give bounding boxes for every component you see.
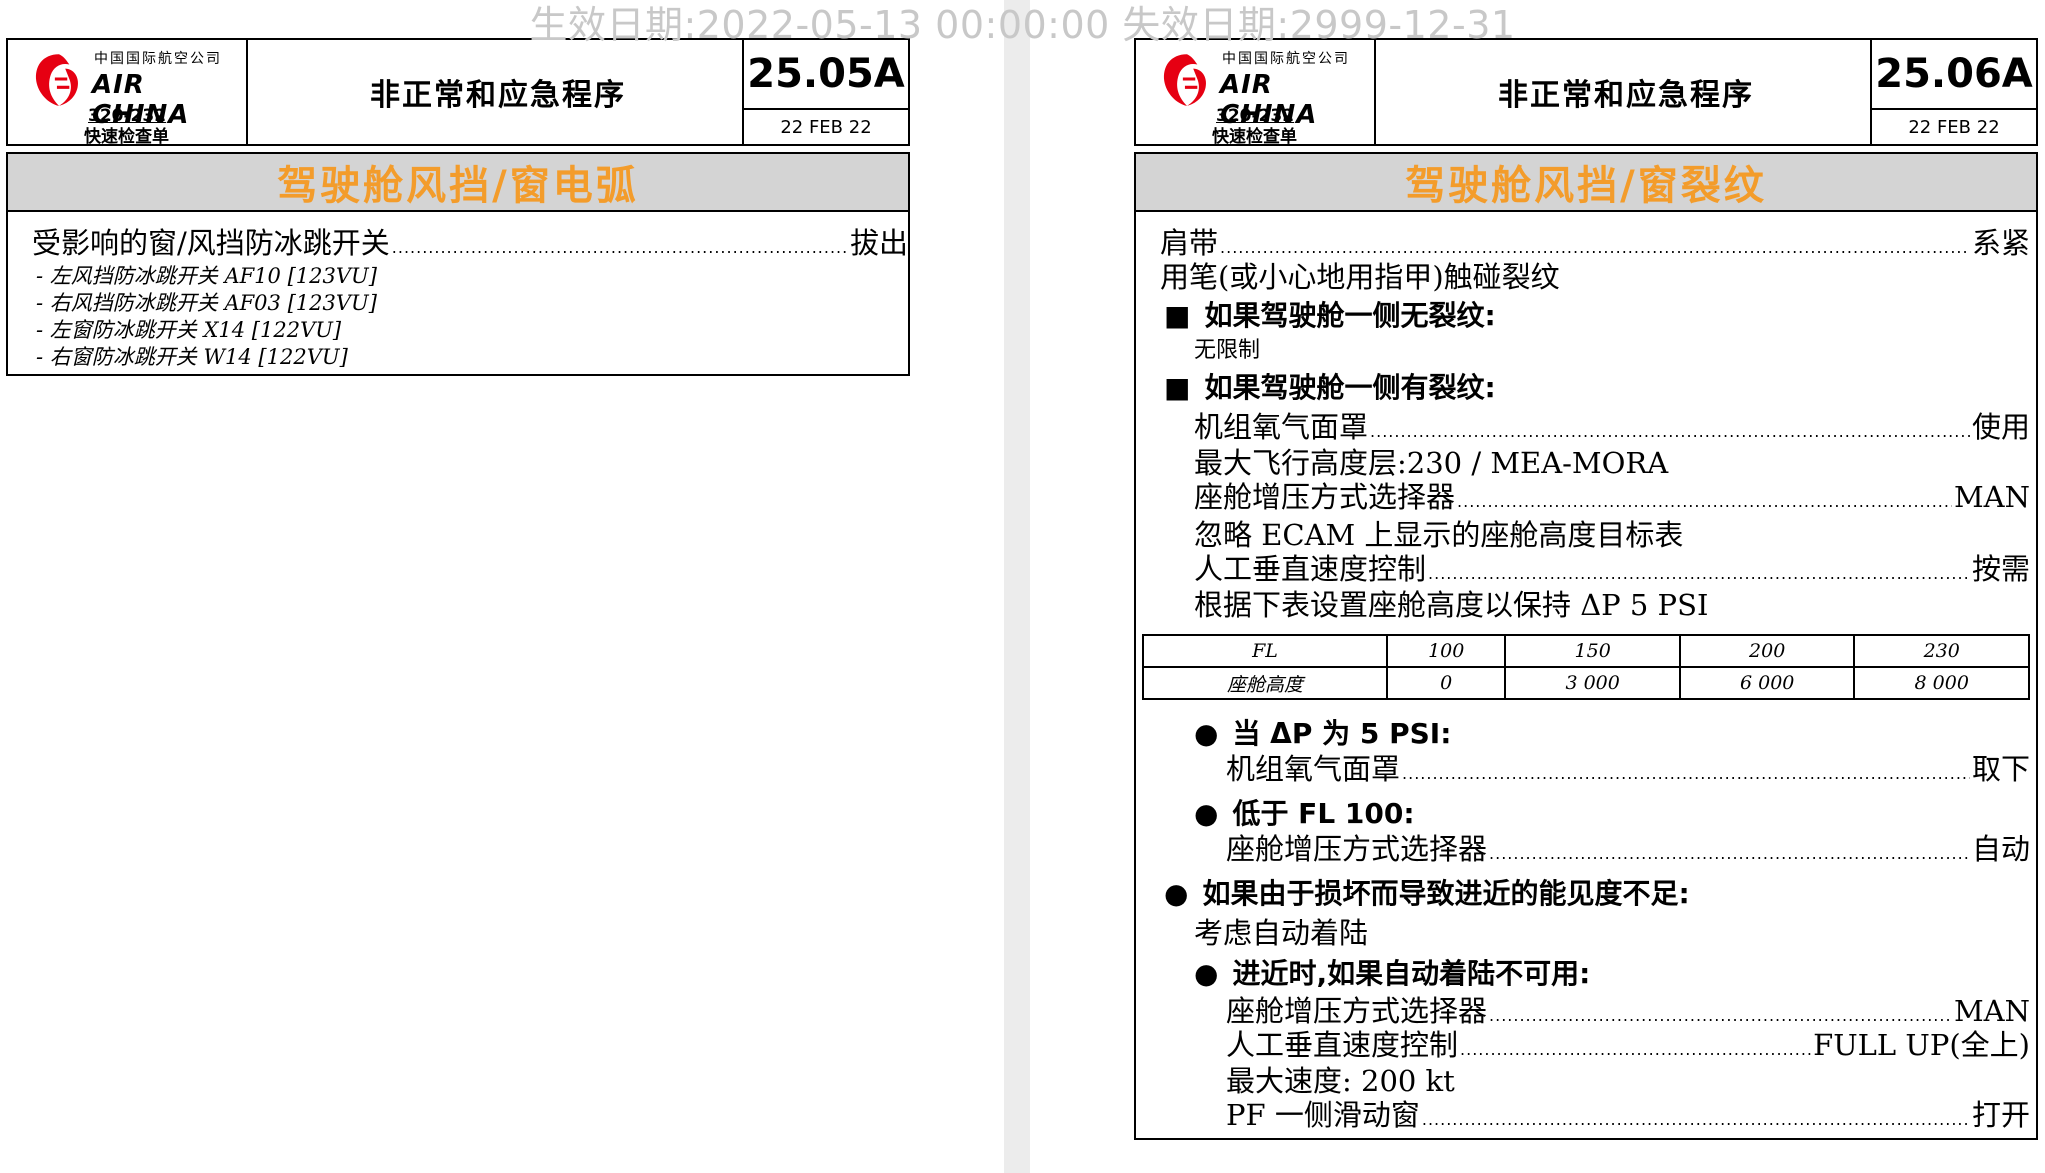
condition-body: 无限制 xyxy=(1194,338,1261,363)
step-action: 打开 xyxy=(1971,1098,2030,1132)
dot-leader xyxy=(1460,1040,1811,1059)
page-header: 中国国际航空公司 AIR CHINA 320-232 快速检查单 非正常和应急程… xyxy=(6,38,910,147)
header-title: 非正常和应急程序 xyxy=(370,78,626,113)
dot-leader xyxy=(1428,564,1970,583)
procedure-code-cell: 25.05A 22 FEB 22 xyxy=(742,40,908,144)
validity-watermark: 生效日期:2022-05-13 00:00:00 失效日期:2999-12-31 xyxy=(529,3,1516,47)
dot-leader xyxy=(1457,492,1952,511)
condition-heading: ■ 如果驾驶舱一侧有裂纹: xyxy=(1164,366,1496,406)
page-25-06a: 中国国际航空公司 AIR CHINA 320-232 快速检查单 非正常和应急程… xyxy=(1128,0,2045,1173)
round-bullet-icon: ● xyxy=(1194,957,1219,990)
condition-text: 如果驾驶舱一侧无裂纹: xyxy=(1204,299,1496,332)
page-gutter xyxy=(1004,0,1030,1173)
step-action: 使用 xyxy=(1971,410,2030,444)
dot-leader xyxy=(1422,1110,1970,1129)
dot-leader xyxy=(1402,764,1970,783)
table-cell: 座舱高度 xyxy=(1142,666,1388,700)
round-bullet-icon: ● xyxy=(1194,797,1219,830)
dot-leader xyxy=(1370,422,1970,441)
table-cell: 3 000 xyxy=(1504,666,1681,700)
table-cell: 150 xyxy=(1504,634,1681,668)
table-cell: 6 000 xyxy=(1678,666,1856,700)
table-cell: 8 000 xyxy=(1853,666,2030,700)
condition-heading: ● 如果由于损坏而导致进近的能见度不足: xyxy=(1164,872,1690,912)
table-cell: 230 xyxy=(1853,634,2030,668)
table-cell: 100 xyxy=(1385,634,1507,668)
breaker-item: - 右窗防冰跳开关 W14 [122VU] xyxy=(36,345,348,369)
condition-text: 如果由于损坏而导致进近的能见度不足: xyxy=(1202,877,1690,910)
header-title: 非正常和应急程序 xyxy=(1498,78,1754,113)
step-action: MAN xyxy=(1953,480,2030,514)
step-text: 考虑自动着陆 xyxy=(1194,916,1369,950)
checklist-step: PF 一侧滑动窗 打开 xyxy=(1226,1092,2030,1134)
checklist-step: 机组氧气面罩 取下 xyxy=(1226,746,2030,788)
procedure-code: 25.05A xyxy=(744,40,908,110)
step-label: PF 一侧滑动窗 xyxy=(1226,1098,1420,1132)
checklist-label: 快速检查单 xyxy=(1212,127,1297,147)
checklist-step: 座舱增压方式选择器 MAN xyxy=(1194,474,2030,516)
round-bullet-icon: ● xyxy=(1164,877,1189,910)
step-label: 座舱增压方式选择器 xyxy=(1194,480,1456,514)
condition-text: 进近时,如果自动着陆不可用: xyxy=(1232,957,1591,990)
phoenix-logo-icon xyxy=(35,54,79,106)
step-text: 根据下表设置座舱高度以保持 ΔP 5 PSI xyxy=(1194,588,1709,622)
revision-date: 22 FEB 22 xyxy=(1908,116,2000,138)
table-row: 座舱高度 0 3 000 6 000 8 000 xyxy=(1142,666,2030,700)
step-action: FULL UP(全上) xyxy=(1813,1028,2030,1062)
table-cell: FL xyxy=(1142,634,1388,668)
procedure-box: 驾驶舱风挡/窗电弧 受影响的窗/风挡防冰跳开关 拔出 - 左风挡防冰跳开关 AF… xyxy=(6,152,910,376)
step-action: 系紧 xyxy=(1971,226,2030,260)
condition-heading: ● 进近时,如果自动着陆不可用: xyxy=(1194,952,1590,992)
square-bullet-icon: ■ xyxy=(1164,371,1191,404)
checklist-step: 座舱增压方式选择器 自动 xyxy=(1226,826,2030,868)
step-label: 座舱增压方式选择器 xyxy=(1226,832,1488,866)
table-cell: 0 xyxy=(1385,666,1507,700)
dot-leader xyxy=(1489,844,1970,863)
procedure-title: 驾驶舱风挡/窗裂纹 xyxy=(1136,154,2036,212)
page-header: 中国国际航空公司 AIR CHINA 320-232 快速检查单 非正常和应急程… xyxy=(1134,38,2038,147)
square-bullet-icon: ■ xyxy=(1164,299,1191,332)
airline-name-cn: 中国国际航空公司 xyxy=(94,51,222,67)
breaker-item: - 左风挡防冰跳开关 AF10 [123VU] xyxy=(36,264,377,288)
condition-heading: ■ 如果驾驶舱一侧无裂纹: xyxy=(1164,294,1496,334)
step-text: 用笔(或小心地用指甲)触碰裂纹 xyxy=(1160,260,1560,294)
breaker-item: - 左窗防冰跳开关 X14 [122VU] xyxy=(36,318,342,342)
procedure-box: 驾驶舱风挡/窗裂纹 肩带 系紧 用笔(或小心地用指甲)触碰裂纹 ■如果驾驶舱一侧… xyxy=(1134,152,2038,1140)
procedure-title: 驾驶舱风挡/窗电弧 xyxy=(8,154,908,212)
procedure-code-cell: 25.06A 22 FEB 22 xyxy=(1870,40,2036,144)
breaker-item: - 右风挡防冰跳开关 AF03 [123VU] xyxy=(36,291,377,315)
air-china-logo: 中国国际航空公司 AIR CHINA 320-232 快速检查单 xyxy=(1136,40,1376,147)
step-action: 拔出 xyxy=(849,226,908,260)
dot-leader xyxy=(392,238,848,257)
step-label: 机组氧气面罩 xyxy=(1226,752,1401,786)
procedure-code: 25.06A xyxy=(1872,40,2036,110)
cabin-altitude-table: FL 100 150 200 230 座舱高度 0 3 000 6 000 8 … xyxy=(1142,634,2030,700)
step-action: 取下 xyxy=(1971,752,2030,786)
round-bullet-icon: ● xyxy=(1194,717,1219,750)
airline-name-cn: 中国国际航空公司 xyxy=(1222,51,1350,67)
step-label: 受影响的窗/风挡防冰跳开关 xyxy=(32,226,390,260)
air-china-logo: 中国国际航空公司 AIR CHINA 320-232 快速检查单 xyxy=(8,40,248,147)
phoenix-logo-icon xyxy=(1163,54,1207,106)
step-action: 自动 xyxy=(1971,832,2030,866)
revision-date: 22 FEB 22 xyxy=(780,116,872,138)
step-action: 按需 xyxy=(1971,552,2030,586)
page-25-05a: 中国国际航空公司 AIR CHINA 320-232 快速检查单 非正常和应急程… xyxy=(0,0,1000,1173)
checklist-step: 受影响的窗/风挡防冰跳开关 拔出 xyxy=(32,220,908,262)
table-row: FL 100 150 200 230 xyxy=(1142,634,2030,668)
table-cell: 200 xyxy=(1678,634,1856,668)
checklist-label: 快速检查单 xyxy=(84,127,169,147)
condition-text: 如果驾驶舱一侧有裂纹: xyxy=(1204,371,1496,404)
